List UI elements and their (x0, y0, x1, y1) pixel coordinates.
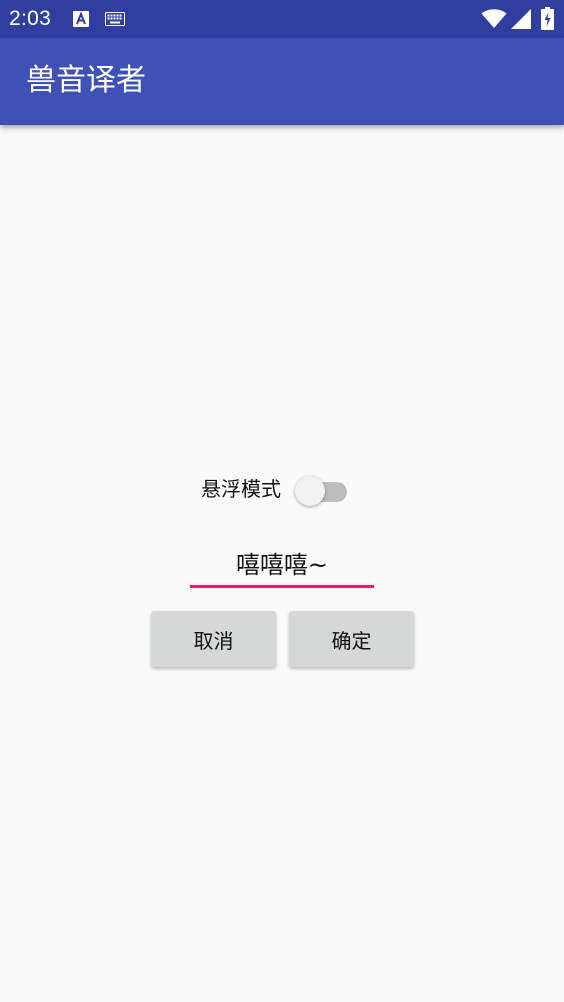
float-mode-switch[interactable] (295, 474, 347, 506)
battery-icon (541, 7, 554, 30)
cancel-button[interactable]: 取消 (151, 611, 276, 667)
float-mode-label: 悬浮模式 (201, 477, 281, 501)
screen: 2:03 兽音译者 悬浮模式 嘻嘻嘻~ 取消 确定 (0, 0, 564, 1002)
app-bar: 兽音译者 (0, 38, 564, 125)
status-bar: 2:03 (0, 0, 564, 38)
keyboard-icon (105, 12, 125, 26)
app-title: 兽音译者 (26, 63, 146, 98)
confirm-button[interactable]: 确定 (289, 611, 414, 667)
text-input[interactable] (190, 540, 374, 588)
a-icon (73, 11, 89, 27)
signal-icon (511, 9, 531, 29)
status-time: 2:03 (9, 7, 52, 30)
switch-thumb (295, 476, 325, 506)
wifi-icon (481, 9, 507, 28)
float-mode-row: 悬浮模式 (0, 470, 564, 508)
